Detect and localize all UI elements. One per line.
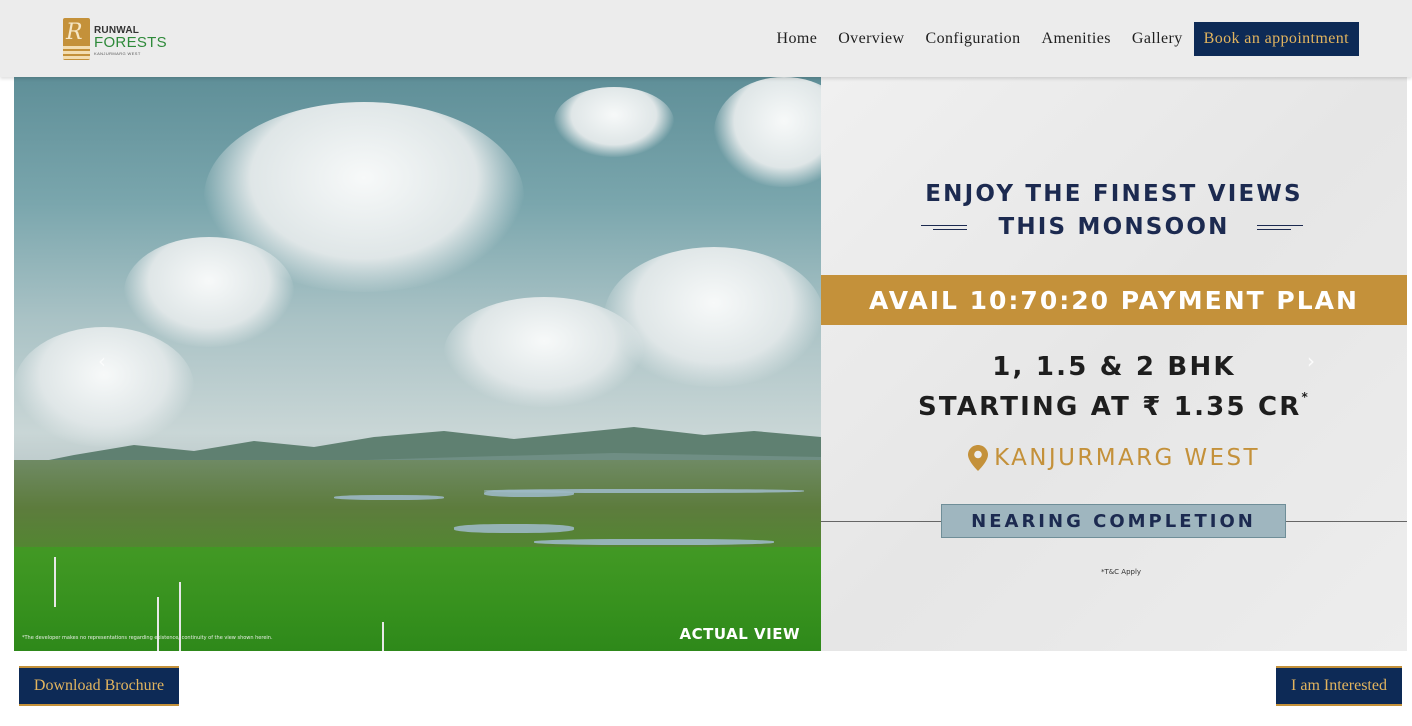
logo-project-text: FORESTS <box>94 34 167 51</box>
payment-plan-banner: AVAIL 10:70:20 PAYMENT PLAN <box>821 275 1407 325</box>
nav-home[interactable]: Home <box>777 30 818 48</box>
divider-line <box>1286 521 1407 522</box>
logo-emblem-icon: R <box>63 18 90 60</box>
price-text: STARTING AT ₹ 1.35 CR* <box>821 390 1407 422</box>
runwal-forests-logo[interactable]: R RUNWAL FORESTS KANJURMARG WEST <box>63 18 173 62</box>
water-strip <box>484 490 574 497</box>
price-asterisk: * <box>1301 390 1310 404</box>
chevron-right-icon[interactable]: › <box>1307 349 1315 373</box>
nav-configuration[interactable]: Configuration <box>926 30 1021 48</box>
map-pin-icon <box>968 445 989 471</box>
status-text: NEARING COMPLETION <box>971 510 1256 532</box>
cloud-shape <box>124 237 294 347</box>
status-badge: NEARING COMPLETION <box>941 504 1286 538</box>
price-value: STARTING AT ₹ 1.35 CR <box>918 392 1302 422</box>
chevron-left-icon[interactable]: ‹ <box>98 349 106 373</box>
cloud-shape <box>444 297 644 407</box>
nav-amenities[interactable]: Amenities <box>1041 30 1110 48</box>
pylon-shape <box>157 597 159 651</box>
water-strip <box>334 495 444 500</box>
divider-line <box>821 521 941 522</box>
location-text: KANJURMARG WEST <box>994 445 1260 471</box>
cloud-shape <box>554 87 674 157</box>
decorative-lines-right <box>1257 225 1303 233</box>
site-header: R RUNWAL FORESTS KANJURMARG WEST Home Ov… <box>0 0 1412 77</box>
hero-carousel: *The developer makes no representations … <box>14 77 1407 651</box>
water-strip <box>534 539 774 545</box>
payment-plan-text: AVAIL 10:70:20 PAYMENT PLAN <box>869 285 1359 315</box>
water-strip <box>454 524 574 533</box>
pylon-shape <box>382 622 384 651</box>
location-row: KANJURMARG WEST <box>821 445 1407 471</box>
hero-landscape-image: *The developer makes no representations … <box>14 77 821 651</box>
logo-location-text: KANJURMARG WEST <box>94 51 141 56</box>
decorative-lines-left <box>921 225 967 233</box>
headline-line-1: ENJOY THE FINEST VIEWS <box>925 181 1303 207</box>
nav-gallery[interactable]: Gallery <box>1132 30 1183 48</box>
configuration-text: 1, 1.5 & 2 BHK <box>992 352 1236 382</box>
pylon-shape <box>54 557 56 607</box>
nav-overview[interactable]: Overview <box>838 30 904 48</box>
view-disclaimer: *The developer makes no representations … <box>22 635 273 641</box>
download-brochure-button[interactable]: Download Brochure <box>19 666 179 706</box>
cloud-shape <box>714 77 821 187</box>
offer-panel: ENJOY THE FINEST VIEWS THIS MONSOON AVAI… <box>821 77 1407 651</box>
book-appointment-button[interactable]: Book an appointment <box>1193 22 1359 56</box>
actual-view-label: ACTUAL VIEW <box>679 625 800 643</box>
terms-note: *T&C Apply <box>1100 568 1142 576</box>
main-nav: Home Overview Configuration Amenities Ga… <box>777 22 1359 56</box>
headline-line-2: THIS MONSOON <box>998 214 1230 240</box>
i-am-interested-button[interactable]: I am Interested <box>1276 666 1402 706</box>
